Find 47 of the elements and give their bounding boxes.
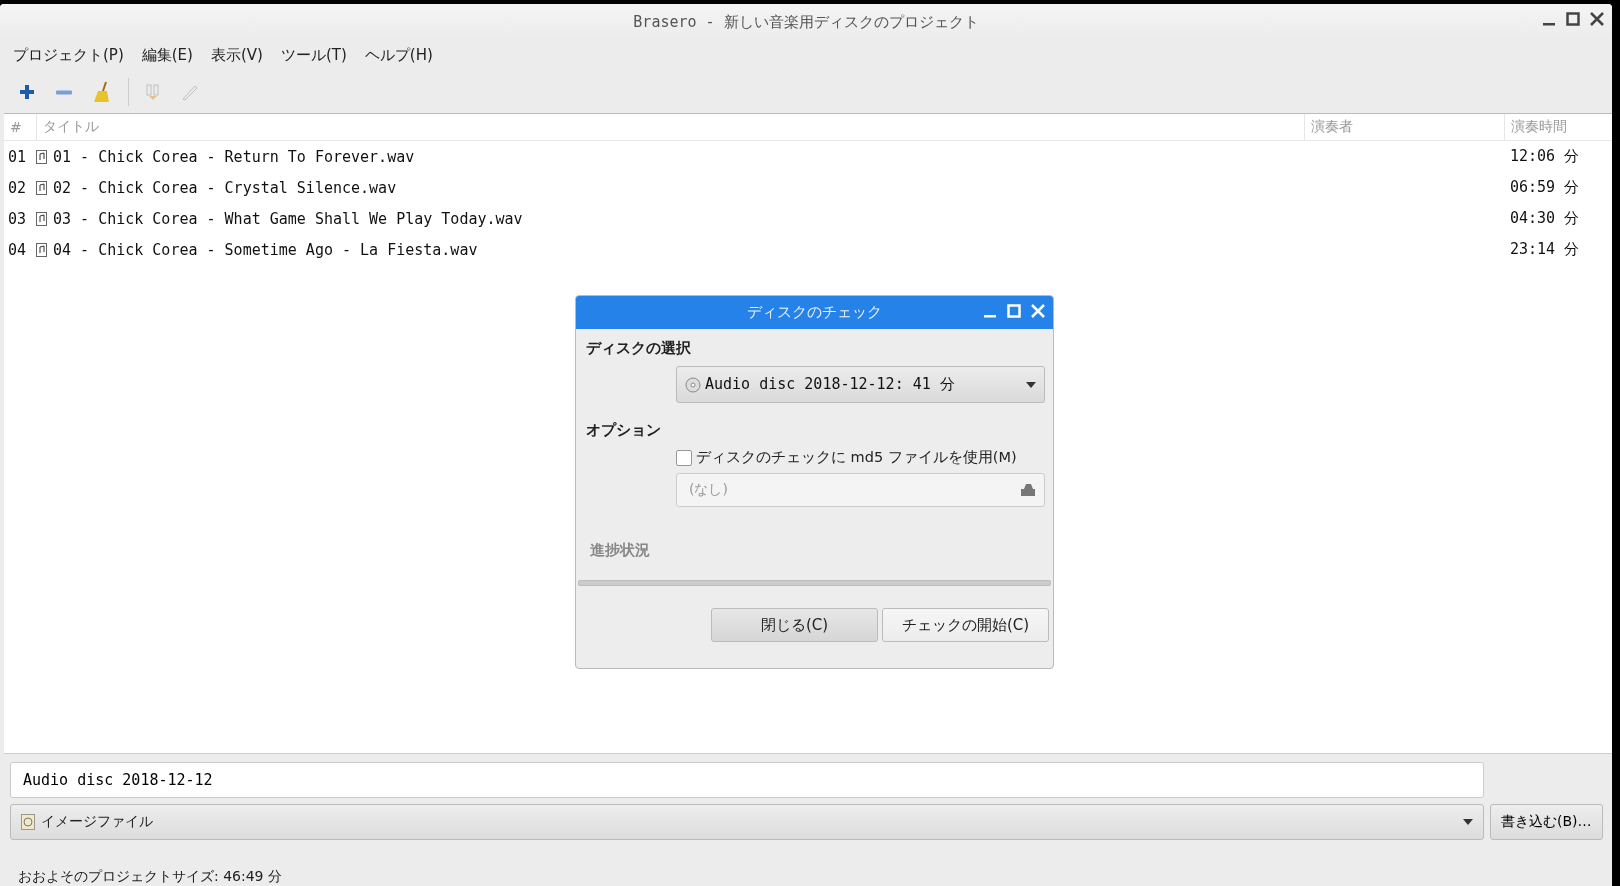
disc-dropdown[interactable]: Audio disc 2018-12-12: 41 分 bbox=[676, 366, 1045, 403]
track-number: 04 bbox=[7, 240, 28, 259]
track-duration: 12:06 分 bbox=[1509, 147, 1581, 166]
maximize-icon[interactable] bbox=[1566, 12, 1580, 26]
section-heading: オプション bbox=[586, 421, 662, 440]
disc-image-icon bbox=[21, 814, 35, 830]
close-icon[interactable] bbox=[1590, 12, 1604, 26]
disc-icon bbox=[685, 376, 701, 393]
track-title: 04 - Chick Corea - Sometime Ago - La Fiesta.wav bbox=[53, 240, 478, 259]
audio-file-icon bbox=[36, 180, 47, 195]
audio-file-icon bbox=[36, 211, 47, 226]
track-duration: 06:59 分 bbox=[1509, 178, 1581, 197]
track-number: 03 bbox=[7, 209, 28, 228]
checkbox[interactable] bbox=[676, 449, 692, 466]
dialog-title: ディスクのチェック bbox=[747, 303, 882, 322]
checkbox-label[interactable]: ディスクのチェックに md5 ファイルを使用(M) bbox=[696, 448, 1017, 467]
track-number: 02 bbox=[7, 178, 28, 197]
menu-item[interactable]: ヘルプ(H) bbox=[357, 42, 440, 69]
track-duration: 04:30 分 bbox=[1509, 209, 1581, 228]
dialog-button[interactable]: 閉じる(C) bbox=[711, 608, 878, 642]
track-title: 03 - Chick Corea - What Game Shall We Play Today.wav bbox=[53, 209, 523, 228]
caret-icon bbox=[1026, 381, 1036, 388]
plus-icon bbox=[18, 83, 36, 101]
folder-icon bbox=[1020, 483, 1036, 497]
menu-item[interactable]: 表示(V) bbox=[203, 42, 270, 69]
dialog-button[interactable]: チェックの開始(C) bbox=[882, 608, 1049, 642]
menu-item[interactable]: ツール(T) bbox=[273, 42, 354, 69]
track-number: 01 bbox=[7, 147, 28, 166]
project-size-status: おおよそのプロジェクトサイズ: 46:49 分 bbox=[17, 867, 283, 886]
section-heading: 進捗状況 bbox=[589, 540, 651, 560]
menu-item[interactable]: 編集(E) bbox=[134, 42, 200, 69]
section-heading: ディスクの選択 bbox=[586, 339, 692, 358]
caret-icon bbox=[1463, 819, 1473, 825]
split-icon bbox=[145, 83, 161, 101]
track-duration: 23:14 分 bbox=[1509, 240, 1581, 259]
broom-icon bbox=[92, 81, 112, 103]
target-dropdown[interactable]: イメージファイル bbox=[10, 804, 1484, 840]
track-title: 02 - Chick Corea - Crystal Silence.wav bbox=[53, 178, 397, 197]
disc-name-field[interactable]: Audio disc 2018-12-12 bbox=[10, 762, 1484, 798]
track-title: 01 - Chick Corea - Return To Forever.wav bbox=[53, 147, 415, 166]
menu-item[interactable]: プロジェクト(P) bbox=[6, 42, 131, 69]
pen-icon bbox=[181, 83, 199, 101]
minus-icon bbox=[56, 89, 72, 95]
burn-button[interactable]: 書き込む(B)… bbox=[1490, 804, 1603, 840]
audio-file-icon bbox=[36, 149, 47, 164]
window-title: Brasero - 新しい音楽用ディスクのプロジェクト bbox=[633, 12, 979, 32]
audio-file-icon bbox=[36, 242, 47, 257]
